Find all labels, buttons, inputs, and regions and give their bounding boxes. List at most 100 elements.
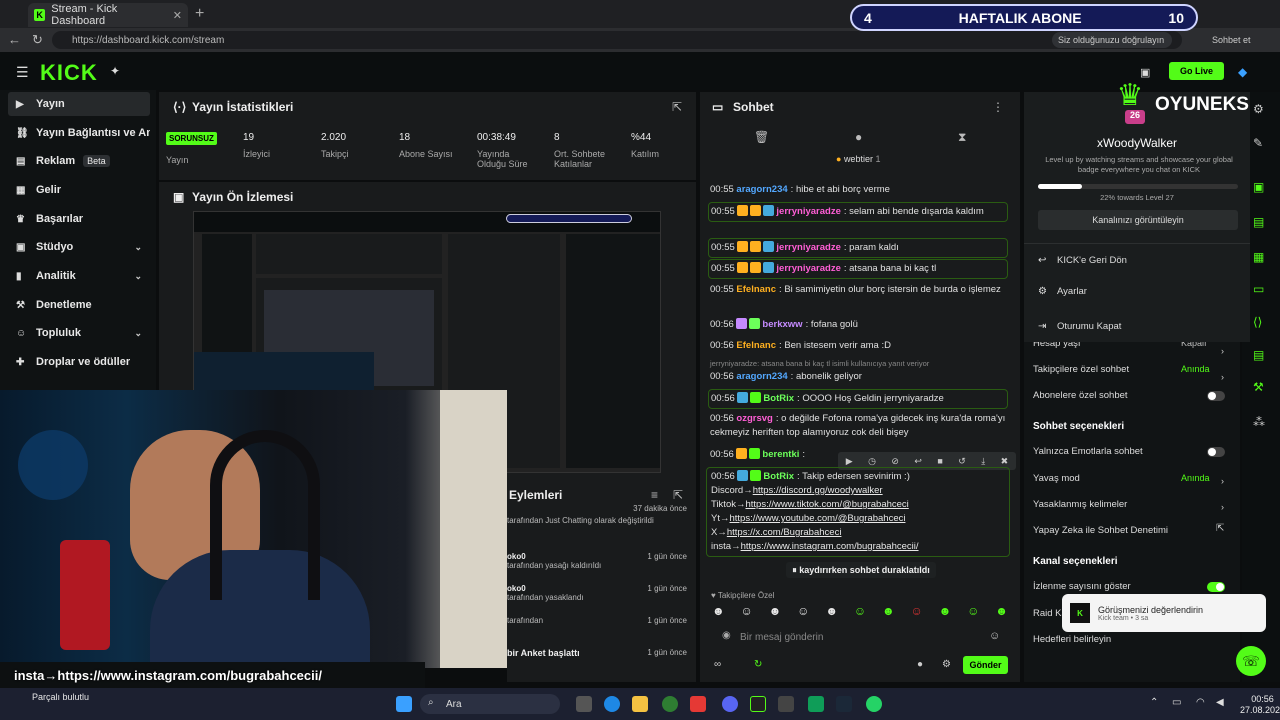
sidebar-item-stream[interactable]: ▶ Yayın bbox=[8, 92, 150, 116]
setting-banned-words[interactable]: Yasaklanmış kelimeler bbox=[1033, 499, 1127, 510]
chat-message[interactable]: 00:55 jerryniyaradze: param kaldı bbox=[708, 238, 1008, 258]
app-icon[interactable] bbox=[778, 696, 794, 712]
whatsapp-icon[interactable] bbox=[866, 696, 882, 712]
back-icon[interactable]: ← bbox=[8, 32, 21, 47]
network-icon[interactable]: ▭ bbox=[1172, 697, 1181, 708]
instagram-link[interactable]: https://www.instagram.com/bugrabahcecii/ bbox=[741, 541, 919, 552]
go-live-button[interactable]: Go Live bbox=[1169, 62, 1224, 80]
emote-icon[interactable]: ☻ bbox=[712, 604, 725, 620]
emote-icon[interactable]: ☺ bbox=[910, 604, 922, 620]
task-view-icon[interactable] bbox=[576, 696, 592, 712]
chat-message[interactable]: 00:55 aragorn234: hibe et abi borç verme bbox=[710, 183, 1010, 197]
chat-message[interactable]: 00:56 Efelnanc: Ben istesem verir ama :D bbox=[710, 339, 1010, 353]
chat-message[interactable]: 00:55 jerryniyaradze: selam abi bende dı… bbox=[708, 202, 1008, 222]
app-icon[interactable] bbox=[808, 696, 824, 712]
file-explorer-icon[interactable] bbox=[632, 696, 648, 712]
refresh-icon[interactable]: ↻ bbox=[754, 659, 762, 670]
sidebar-item-studio[interactable]: ▣ Stüdyo ⌄ bbox=[8, 235, 150, 259]
emote-icon[interactable]: ☺ bbox=[741, 604, 753, 620]
wifi-icon[interactable]: ◠ bbox=[1196, 697, 1205, 708]
chat-message[interactable]: 00:55 Efelnanc: Bi samimiyetin olur borç… bbox=[710, 283, 1010, 297]
app-icon[interactable] bbox=[662, 696, 678, 712]
hourglass-icon[interactable]: ⧗ bbox=[958, 130, 966, 145]
setting-show-viewers[interactable]: İzlenme sayısını göster bbox=[1033, 581, 1131, 592]
taskbar-search[interactable]: Ara bbox=[420, 694, 560, 714]
filter-icon[interactable]: ≡ bbox=[651, 488, 658, 502]
chat-paused-banner[interactable]: ⏸ kaydırırken sohbet duraklatıldı bbox=[786, 562, 936, 578]
edit-icon[interactable]: ✎ bbox=[1253, 136, 1263, 150]
discord-icon[interactable] bbox=[722, 696, 738, 712]
emote-icon[interactable]: ☻ bbox=[995, 604, 1008, 620]
chat-bubble-icon[interactable]: ● bbox=[855, 130, 862, 144]
menu-back-to-kick[interactable]: KICK'e Geri Dön bbox=[1057, 255, 1127, 266]
code-icon[interactable]: ⟨⟩ bbox=[1253, 315, 1262, 329]
reload-icon[interactable]: ↻ bbox=[32, 32, 43, 48]
share-label[interactable]: Sohbet et bbox=[1212, 35, 1251, 45]
x-link[interactable]: https://x.com/Bugrabahceci bbox=[727, 527, 842, 538]
undo-icon[interactable]: ↺ bbox=[958, 456, 966, 467]
message-icon[interactable]: ▭ bbox=[1253, 282, 1264, 296]
new-tab-icon[interactable]: + bbox=[195, 5, 204, 23]
settings-gear-icon[interactable]: ⚙ bbox=[942, 659, 951, 670]
chat-icon[interactable]: ▣ bbox=[1253, 180, 1264, 194]
slash-icon[interactable]: ⊘ bbox=[891, 456, 899, 467]
setting-subs-only[interactable]: Abonelere özel sohbet bbox=[1033, 390, 1128, 401]
emote-icon[interactable]: ☻ bbox=[882, 604, 895, 620]
trash-icon[interactable]: 🗑 bbox=[754, 130, 769, 144]
delete-icon[interactable]: ■ bbox=[937, 456, 942, 466]
setting-goals[interactable]: Hedefleri belirleyin bbox=[1033, 634, 1111, 645]
emoji-icon[interactable]: ☺ bbox=[989, 630, 1000, 642]
pin-icon[interactable]: ✦ bbox=[110, 64, 120, 78]
chat-message[interactable]: 00:56 berkxww: fofana golü bbox=[710, 318, 1010, 332]
share-icon[interactable]: ⁂ bbox=[1253, 415, 1265, 429]
tool-icon[interactable]: ⚒ bbox=[1253, 380, 1264, 394]
setting-ai-moderation[interactable]: Yapay Zeka ile Sohbet Denetimi bbox=[1033, 525, 1168, 536]
tray-chevron-icon[interactable]: ⌃ bbox=[1150, 697, 1158, 708]
support-chat-button[interactable]: ☏ bbox=[1236, 646, 1266, 676]
kick-logo[interactable]: KICK bbox=[40, 60, 98, 86]
obs-icon[interactable] bbox=[750, 696, 766, 712]
weather-widget[interactable]: Parçalı bulutlu bbox=[32, 692, 89, 703]
sidebar-item-revenue[interactable]: ▦ Gelir bbox=[8, 178, 150, 202]
emote-icon[interactable]: ☺ bbox=[967, 604, 979, 620]
youtube-link[interactable]: https://www.youtube.com/@Bugrabahceci bbox=[729, 513, 905, 524]
view-channel-button[interactable]: Kanalınızı görüntüleyin bbox=[1038, 210, 1238, 230]
sidebar-item-stream-key[interactable]: ⛓Yayın Bağlantısı ve Anahtarı bbox=[8, 121, 150, 145]
botrix-links-message[interactable]: 00:56 BotRix: Takip edersen sevinirim :)… bbox=[706, 467, 1010, 557]
chat-message[interactable]: 00:56 BotRix: OOOO Hoş Geldin jerryniyar… bbox=[708, 389, 1008, 409]
windows-start-icon[interactable] bbox=[396, 696, 412, 712]
popout-icon[interactable]: ⇱ bbox=[672, 100, 682, 114]
close-tab-icon[interactable]: ✕ bbox=[173, 9, 182, 22]
emote-icon[interactable]: ☺ bbox=[854, 604, 866, 620]
chat-input[interactable]: Bir mesaj gönderin bbox=[712, 627, 1010, 647]
taskbar-clock[interactable]: 00:5627.08.2025 bbox=[1240, 694, 1280, 716]
discord-link[interactable]: https://discord.gg/woodywalker bbox=[753, 485, 883, 496]
setting-followers-only[interactable]: Takipçilere özel sohbet bbox=[1033, 364, 1129, 375]
url-field[interactable]: https://dashboard.kick.com/stream bbox=[52, 31, 1182, 49]
trash-icon[interactable]: ✖ bbox=[1001, 456, 1009, 467]
wallet-icon[interactable]: ◆ bbox=[1238, 65, 1247, 79]
reply-icon[interactable]: ↩ bbox=[914, 456, 922, 467]
settings-gear-icon[interactable]: ⚙ bbox=[1253, 102, 1264, 116]
stats-icon[interactable]: ▦ bbox=[1253, 250, 1264, 264]
volume-icon[interactable]: ◀ bbox=[1216, 697, 1224, 708]
tiktok-link[interactable]: https://www.tiktok.com/@bugrabahceci bbox=[745, 499, 908, 510]
setting-emote-only[interactable]: Yalnızca Emotlarla sohbet bbox=[1033, 446, 1143, 457]
emote-icon[interactable]: ☻ bbox=[939, 604, 952, 620]
layout-icon[interactable]: ▤ bbox=[1253, 348, 1264, 362]
play-icon[interactable]: ▶ bbox=[846, 456, 853, 467]
send-button[interactable]: Gönder bbox=[963, 656, 1008, 674]
emote-icon[interactable]: ☺ bbox=[797, 604, 809, 620]
chat-message[interactable]: 00:55 jerryniyaradze: atsana bana bi kaç… bbox=[708, 259, 1008, 279]
menu-settings[interactable]: Ayarlar bbox=[1057, 286, 1087, 297]
sidebar-item-analytics[interactable]: ▮ Analitik ⌄ bbox=[8, 264, 150, 288]
sidebar-item-achievements[interactable]: ♛ Başarılar bbox=[8, 207, 150, 231]
pin-icon[interactable]: ⤓ bbox=[981, 456, 985, 467]
browser-tab[interactable]: K Stream - Kick Dashboard ✕ bbox=[28, 3, 188, 27]
sidebar-item-community[interactable]: ☺ Topluluk ⌄ bbox=[8, 321, 150, 345]
edge-icon[interactable] bbox=[604, 696, 620, 712]
feedback-toast[interactable]: K Görüşmenizi değerlendirin Kick team • … bbox=[1062, 594, 1266, 632]
chat-options-icon[interactable]: ● bbox=[917, 659, 923, 670]
hamburger-menu-icon[interactable]: ☰ bbox=[16, 64, 29, 81]
clock-icon[interactable]: ◷ bbox=[868, 456, 876, 467]
